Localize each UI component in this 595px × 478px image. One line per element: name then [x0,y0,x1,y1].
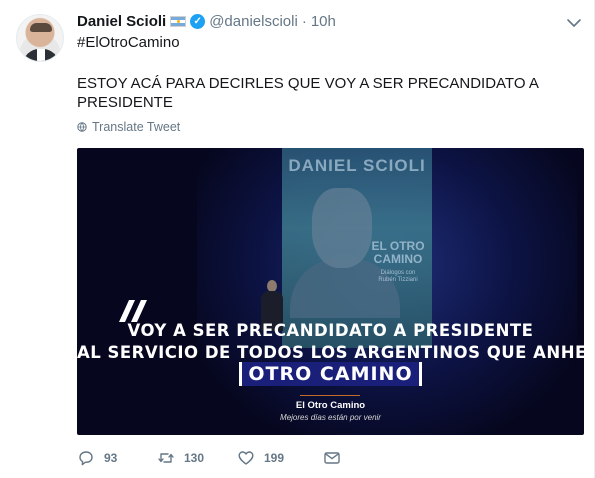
globe-icon [77,122,87,132]
banner-small-line1: Diálogos con [380,270,416,276]
sign-title: El Otro Camino [295,400,366,411]
stage-banner: DANIEL SCIOLI EL OTRO CAMINO Diálogos co… [282,148,432,348]
tweet-text: ESTOY ACÁ PARA DECIRLES QUE VOY A SER PR… [77,75,539,111]
caption-line2: AL SERVICIO DE TODOS LOS ARGENTINOS QUE … [77,343,584,362]
tweet-header: Daniel Scioli ✓ @danielscioli · 10h [77,13,336,30]
reply-icon [79,451,93,466]
author-name[interactable]: Daniel Scioli [77,13,166,30]
banner-small-line2: Rubén Tizziani [378,277,418,283]
sign-divider [300,395,360,396]
banner-title: DANIEL SCIOLI [288,156,426,175]
retweet-button[interactable]: 130 [157,449,237,467]
translate-label: Translate Tweet [92,120,181,134]
banner-subtitle: EL OTRO CAMINO [367,240,429,266]
tweet-actions: 93 130 199 [77,449,350,467]
like-count: 199 [264,451,285,465]
tweet[interactable]: Daniel Scioli ✓ @danielscioli · 10h #ElO… [0,0,595,478]
message-icon [324,452,340,464]
translate-tweet-link[interactable]: Translate Tweet [77,120,180,134]
caption-highlight: OTRO CAMINO [239,362,422,386]
separator-dot: · [301,13,307,30]
author-handle[interactable]: @danielscioli [209,13,298,30]
retweet-count: 130 [184,451,205,465]
direct-message-button[interactable] [323,449,350,467]
sign-subtitle: Mejores días están por venir [280,413,381,422]
argentina-flag-icon [170,16,187,27]
timestamp[interactable]: 10h [311,13,336,30]
verified-badge-icon: ✓ [190,14,206,29]
like-icon [238,451,254,465]
like-button[interactable]: 199 [237,449,323,467]
reply-button[interactable]: 93 [77,449,157,467]
video-media[interactable]: DANIEL SCIOLI EL OTRO CAMINO Diálogos co… [77,148,584,435]
banner-small-text: Diálogos con Rubén Tizziani [367,270,429,284]
caption-highlight-text: OTRO CAMINO [242,362,419,386]
reply-count: 93 [104,451,118,465]
hashtag-link[interactable]: #ElOtroCamino [77,34,180,51]
banner-subtitle-line2: CAMINO [373,252,423,266]
retweet-icon [158,453,174,463]
avatar[interactable] [16,14,64,62]
video-caption: VOY A SER PRECANDIDATO A PRESIDENTE AL S… [77,320,584,364]
chevron-down-icon[interactable] [566,17,582,29]
caption-line1: VOY A SER PRECANDIDATO A PRESIDENTE [127,321,534,340]
